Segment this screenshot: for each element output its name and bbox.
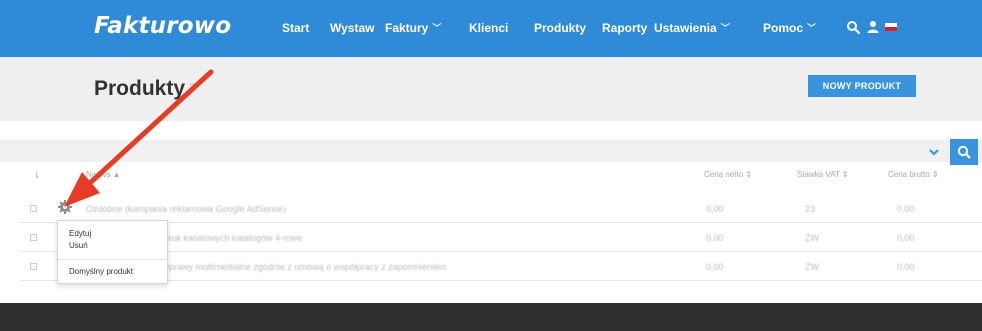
name-column-header[interactable]: Nazwa ▲ <box>86 170 121 179</box>
chevron-down-icon[interactable] <box>924 142 944 162</box>
product-name[interactable]: Oprawy multimedialne zgodnie z umową o w… <box>162 262 447 272</box>
page-title-text: Produkty <box>94 77 186 100</box>
gross-price: 0,00 <box>897 262 915 272</box>
gear-icon[interactable] <box>57 199 73 215</box>
row-actions-menu: Edytuj Usuń Domyślny produkt <box>57 220 168 284</box>
logo[interactable]: Fakturowo <box>94 13 231 39</box>
row-checkbox[interactable] <box>30 234 37 241</box>
page-header: Produkty? NOWY PRODUKT <box>0 57 982 121</box>
nav-raporty[interactable]: Raporty <box>602 21 647 35</box>
nav-pomoc[interactable]: Pomoc ﹀ <box>763 21 816 35</box>
menu-item-delete[interactable]: Usuń <box>69 241 88 250</box>
vat-rate-column-header[interactable]: Stawka VAT ⇕ <box>797 170 849 179</box>
search-icon <box>957 145 971 159</box>
nav-produkty[interactable]: Produkty <box>534 21 586 35</box>
gross-price: 0,00 <box>897 204 915 214</box>
vat-rate: 23 <box>805 204 816 214</box>
nav-klienci-label: Klienci <box>469 21 509 35</box>
net-price: 0,00 <box>706 233 724 243</box>
nav-start-label: Start <box>282 21 310 35</box>
nav-faktury-label: Faktury <box>385 21 429 35</box>
vat-rate: ZW <box>805 233 819 243</box>
page-title: Produkty? <box>94 77 195 101</box>
sort-column-header[interactable]: ⇂ <box>33 170 41 181</box>
nav-start[interactable]: Start <box>282 21 309 35</box>
help-icon[interactable]: ? <box>189 82 195 94</box>
nav-wystaw[interactable]: Wystaw <box>330 21 374 35</box>
top-navbar: Fakturowo Start Wystaw Faktury ﹀ Klienci … <box>0 0 982 57</box>
nav-ustawienia-label: Ustawienia <box>654 21 717 35</box>
new-product-button[interactable]: NOWY PRODUKT <box>808 75 916 97</box>
net-price-column-header[interactable]: Cena netto ⇕ <box>704 170 752 179</box>
nav-klienci[interactable]: Klienci <box>469 21 508 35</box>
search-button[interactable] <box>950 139 978 165</box>
nav-wystaw-label: Wystaw <box>330 21 375 35</box>
menu-item-edit[interactable]: Edytuj <box>69 229 91 238</box>
nav-ustawienia[interactable]: Ustawienia ﹀ <box>654 21 730 35</box>
gross-price-column-header[interactable]: Cena brutto ⇕ <box>888 170 939 179</box>
chevron-down-icon: ﹀ <box>432 23 442 33</box>
nav-raporty-label: Raporty <box>602 21 648 35</box>
flag-icon[interactable] <box>884 20 898 34</box>
net-price: 0,00 <box>706 262 724 272</box>
row-checkbox[interactable] <box>30 205 37 212</box>
row-checkbox[interactable] <box>30 263 37 270</box>
table-row[interactable]: Ozdobne (kampania reklamowa Google AdSen… <box>20 195 982 223</box>
gross-price: 0,00 <box>897 233 915 243</box>
user-icon[interactable] <box>866 20 880 34</box>
nav-produkty-label: Produkty <box>534 21 587 35</box>
chevron-down-icon: ﹀ <box>807 23 817 33</box>
product-name[interactable]: Druk kwiatowych katalogów 4-rowe <box>162 233 303 243</box>
vat-rate: ZW <box>805 262 819 272</box>
chevron-down-icon: ﹀ <box>720 23 730 33</box>
nav-faktury[interactable]: Faktury ﹀ <box>385 21 441 35</box>
search-icon[interactable] <box>846 20 860 34</box>
nav-pomoc-label: Pomoc <box>763 21 804 35</box>
menu-item-default-product[interactable]: Domyślny produkt <box>69 267 133 276</box>
page-footer <box>0 303 982 331</box>
filter-bar <box>0 140 982 162</box>
menu-divider <box>58 259 167 260</box>
net-price: 0,00 <box>706 204 724 214</box>
product-name[interactable]: Ozdobne (kampania reklamowa Google AdSen… <box>86 204 286 214</box>
